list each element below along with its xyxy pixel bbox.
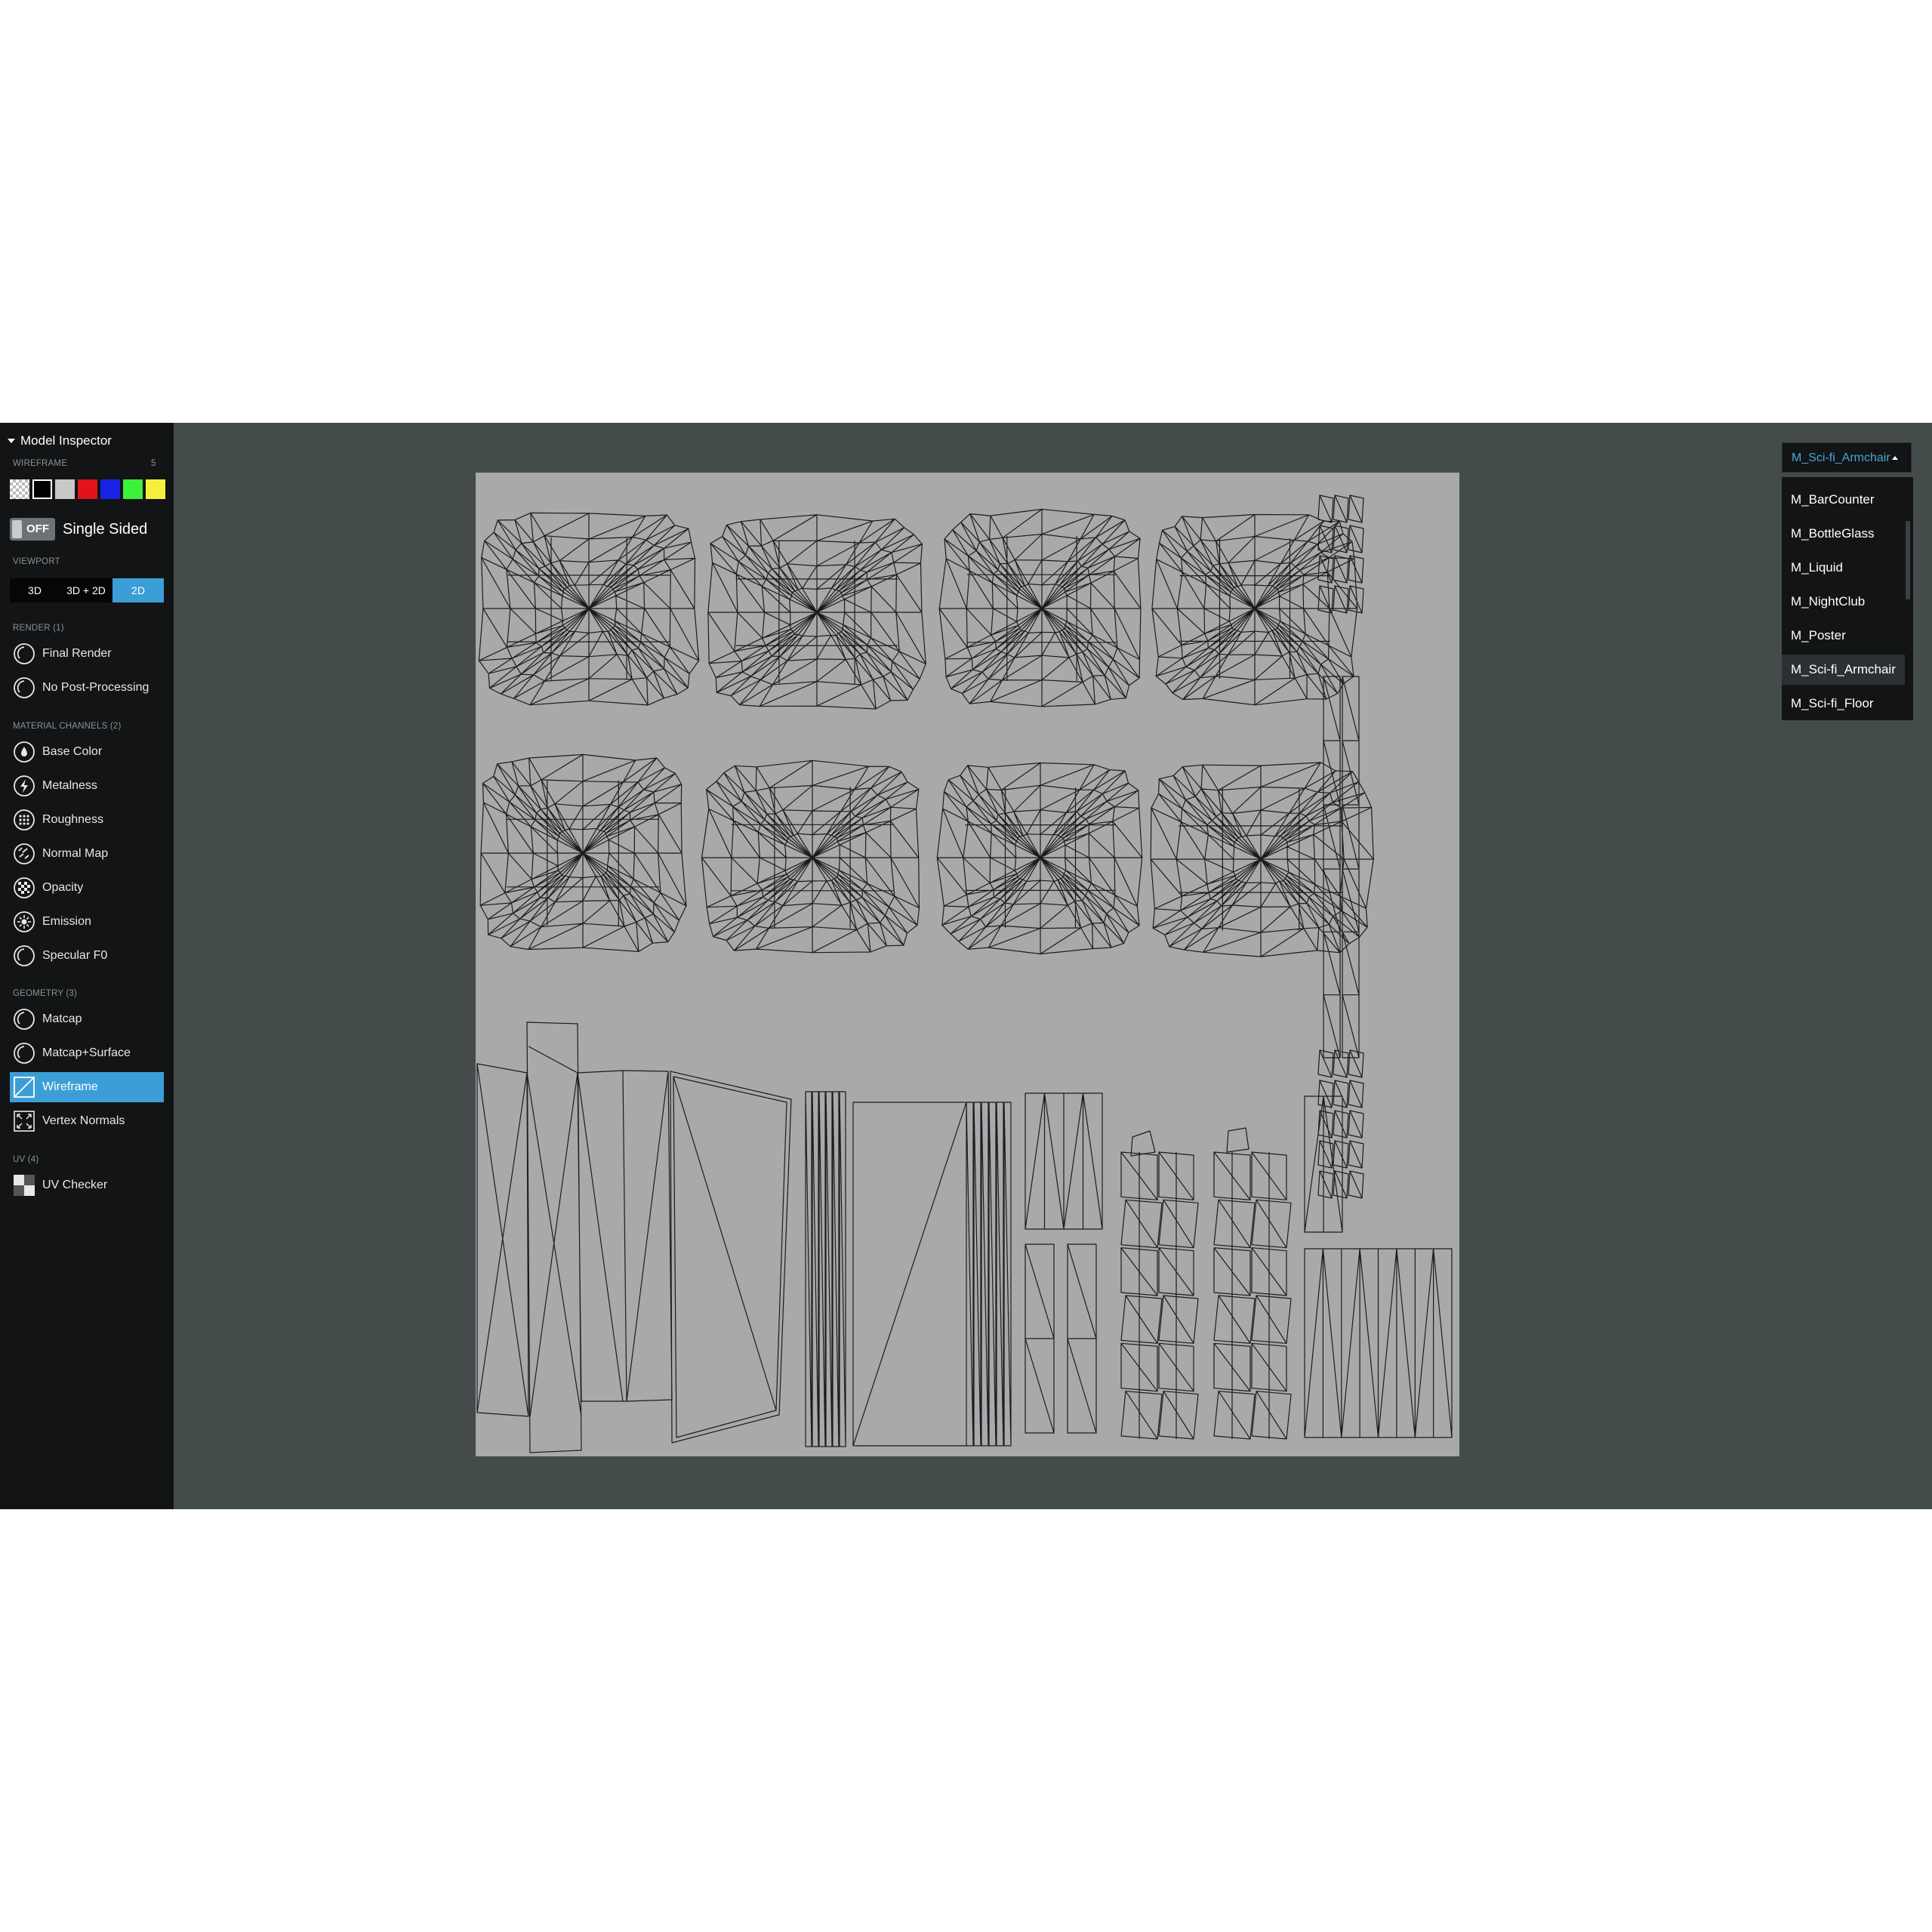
specular-icon [13, 944, 35, 967]
single-sided-row: OFF Single Sided [10, 518, 147, 541]
menu-label: Vertex Normals [42, 1114, 125, 1127]
wireframe-section-label: WIREFRAME [13, 459, 68, 468]
material-option[interactable]: M_BottleGlass [1782, 519, 1905, 549]
swatch-red[interactable] [78, 479, 97, 499]
dots-grid-icon [13, 809, 35, 831]
channel-specular-f0[interactable]: Specular F0 [10, 941, 164, 971]
menu-label: UV Checker [42, 1179, 108, 1191]
single-sided-label: Single Sided [63, 520, 148, 538]
model-inspector-app: Model Inspector WIREFRAME 5 OFF Single S… [0, 423, 1932, 1509]
viewport-3d-2d-button[interactable]: 3D + 2D [60, 578, 112, 602]
uv-checker[interactable]: UV Checker [10, 1170, 164, 1200]
wireframe-icon [13, 1076, 35, 1098]
material-select-value: M_Sci-fi_Armchair [1792, 451, 1890, 464]
channel-base-color[interactable]: Base Color [10, 737, 164, 767]
swatch-blue[interactable] [100, 479, 120, 499]
collapse-arrow-icon [8, 439, 15, 443]
menu-label: Emission [42, 915, 91, 928]
swatch-transparent[interactable] [10, 479, 29, 499]
material-option[interactable]: M_NightClub [1782, 587, 1905, 617]
geometry-wireframe[interactable]: Wireframe [10, 1072, 164, 1102]
material-option[interactable]: M_BarCounter [1782, 485, 1905, 515]
geometry-matcap[interactable]: Matcap [10, 1004, 164, 1034]
material-option-selected[interactable]: M_Sci-fi_Armchair [1782, 655, 1905, 685]
wireframe-color-swatches [10, 479, 165, 499]
geometry-section-label: GEOMETRY (3) [13, 989, 78, 998]
menu-label: Opacity [42, 881, 84, 894]
scrollbar-thumb[interactable] [1906, 521, 1910, 599]
toggle-state: OFF [26, 522, 49, 535]
material-options-list: M_BarCounter M_BottleGlass M_Liquid M_Ni… [1782, 477, 1913, 720]
viewport-2d-button[interactable]: 2D [112, 578, 164, 602]
uv-wireframe [476, 495, 1453, 1453]
swatch-gray[interactable] [55, 479, 75, 499]
vertex-normals-icon [13, 1110, 35, 1132]
matcap-surface-icon [13, 1042, 35, 1065]
swatch-black[interactable] [32, 479, 52, 499]
menu-label: Wireframe [42, 1080, 98, 1093]
viewport-section-label: VIEWPORT [13, 557, 60, 566]
sidebar: Model Inspector WIREFRAME 5 OFF Single S… [0, 423, 174, 1509]
menu-label: Matcap [42, 1012, 82, 1025]
uv-wireframe-edges [476, 495, 1453, 1453]
channel-emission[interactable]: Emission [10, 907, 164, 937]
render-no-post-processing[interactable]: No Post-Processing [10, 673, 164, 703]
single-sided-toggle[interactable]: OFF [10, 518, 55, 541]
panel-title[interactable]: Model Inspector [8, 433, 112, 448]
normal-map-icon [13, 843, 35, 865]
toggle-knob [12, 520, 22, 538]
viewport-mode-group: 3D 3D + 2D 2D [10, 578, 164, 602]
material-option[interactable]: M_Poster [1782, 621, 1905, 651]
swatch-green[interactable] [123, 479, 143, 499]
material-option[interactable]: M_Liquid [1782, 553, 1905, 583]
swatch-yellow[interactable] [146, 479, 165, 499]
menu-label: Metalness [42, 779, 97, 792]
drop-icon [13, 741, 35, 763]
material-option[interactable]: M_Sci-fi_Floor [1782, 689, 1905, 719]
no-post-processing-icon [13, 676, 35, 699]
uv-section-label: UV (4) [13, 1155, 39, 1164]
menu-label: Base Color [42, 745, 103, 758]
dropdown-arrow-icon [1891, 456, 1898, 461]
menu-label: No Post-Processing [42, 681, 149, 694]
material-select[interactable]: M_Sci-fi_Armchair [1782, 442, 1912, 473]
menu-label: Normal Map [42, 847, 109, 860]
panel-title-label: Model Inspector [20, 433, 112, 448]
render-final-render[interactable]: Final Render [10, 639, 164, 669]
menu-label: Matcap+Surface [42, 1046, 131, 1059]
menu-label: Final Render [42, 647, 112, 660]
render-section-label: RENDER (1) [13, 624, 64, 633]
menu-label: Roughness [42, 813, 103, 826]
bolt-icon [13, 775, 35, 797]
matcap-icon [13, 1008, 35, 1031]
geometry-vertex-normals[interactable]: Vertex Normals [10, 1106, 164, 1136]
geometry-matcap-surface[interactable]: Matcap+Surface [10, 1038, 164, 1068]
uv-checker-icon [13, 1174, 35, 1197]
material-channels-section-label: MATERIAL CHANNELS (2) [13, 722, 122, 731]
channel-opacity[interactable]: Opacity [10, 873, 164, 903]
sun-icon [13, 911, 35, 933]
wireframe-count: 5 [151, 459, 156, 468]
channel-roughness[interactable]: Roughness [10, 805, 164, 835]
uv-layout-canvas[interactable] [476, 473, 1459, 1456]
checker-circle-icon [13, 877, 35, 899]
channel-metalness[interactable]: Metalness [10, 771, 164, 801]
final-render-icon [13, 642, 35, 665]
viewport-3d-button[interactable]: 3D [10, 578, 60, 602]
channel-normal-map[interactable]: Normal Map [10, 839, 164, 869]
menu-label: Specular F0 [42, 949, 108, 962]
